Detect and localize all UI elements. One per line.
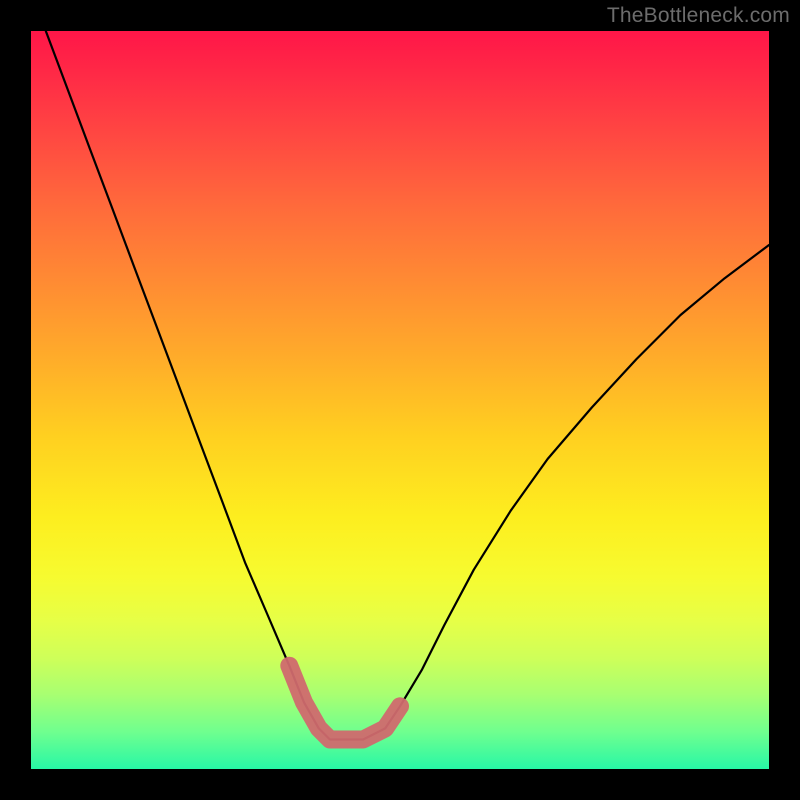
watermark-text: TheBottleneck.com	[607, 4, 790, 28]
highlight-path	[289, 666, 400, 740]
curve-path	[46, 31, 769, 740]
plot-area	[31, 31, 769, 769]
chart-svg	[31, 31, 769, 769]
stage: TheBottleneck.com	[0, 0, 800, 800]
